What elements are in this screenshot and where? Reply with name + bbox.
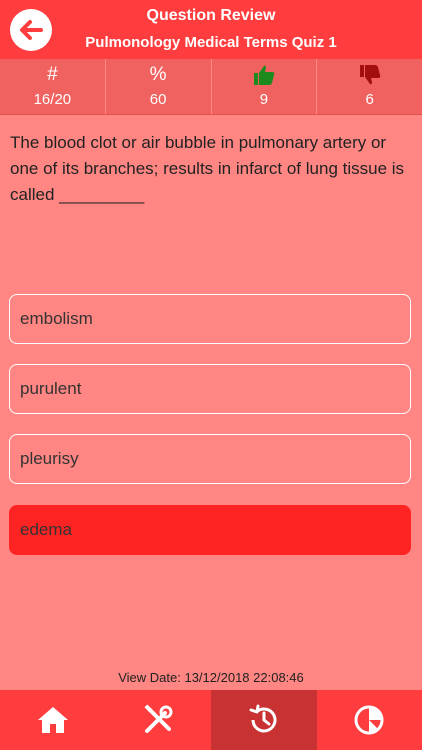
- history-icon: [249, 704, 277, 733]
- view-date: View Date: 13/12/2018 22:08:46: [118, 670, 304, 685]
- answer-option-edema[interactable]: edema: [9, 505, 411, 555]
- stats-bar: # 16/20 % 60 9 6: [0, 59, 422, 115]
- answer-option-embolism[interactable]: embolism: [9, 294, 411, 344]
- tools-icon: [144, 704, 173, 733]
- stat-wrong: 6: [317, 59, 422, 114]
- answer-option-purulent[interactable]: purulent: [9, 364, 411, 414]
- stat-value: 60: [149, 91, 167, 108]
- pie-chart-icon: [354, 705, 384, 735]
- page-title: Question Review: [146, 7, 276, 24]
- tab-tools[interactable]: [106, 690, 212, 750]
- stat-correct: 9: [212, 59, 318, 114]
- question-text: The blood clot or air bubble in pulmonar…: [10, 133, 405, 204]
- tab-bar: [0, 690, 422, 750]
- header-bar: Question Review Pulmonology Medical Term…: [0, 0, 422, 59]
- stat-value: 16/20: [33, 91, 72, 108]
- percent-icon: %: [149, 64, 167, 85]
- stat-question-number: # 16/20: [0, 59, 106, 114]
- quiz-subtitle: Pulmonology Medical Terms Quiz 1: [85, 34, 337, 51]
- stat-value: 6: [365, 91, 374, 108]
- home-icon: [37, 707, 68, 733]
- tab-history[interactable]: [211, 690, 317, 750]
- stat-percent: % 60: [106, 59, 212, 114]
- thumbs-down-icon: [359, 65, 380, 85]
- stat-value: 9: [259, 91, 269, 108]
- thumbs-up-icon: [253, 65, 275, 85]
- answer-option-pleurisy[interactable]: pleurisy: [9, 434, 411, 484]
- tab-home[interactable]: [0, 690, 106, 750]
- tab-statistics[interactable]: [317, 690, 422, 750]
- hash-icon: #: [47, 64, 58, 85]
